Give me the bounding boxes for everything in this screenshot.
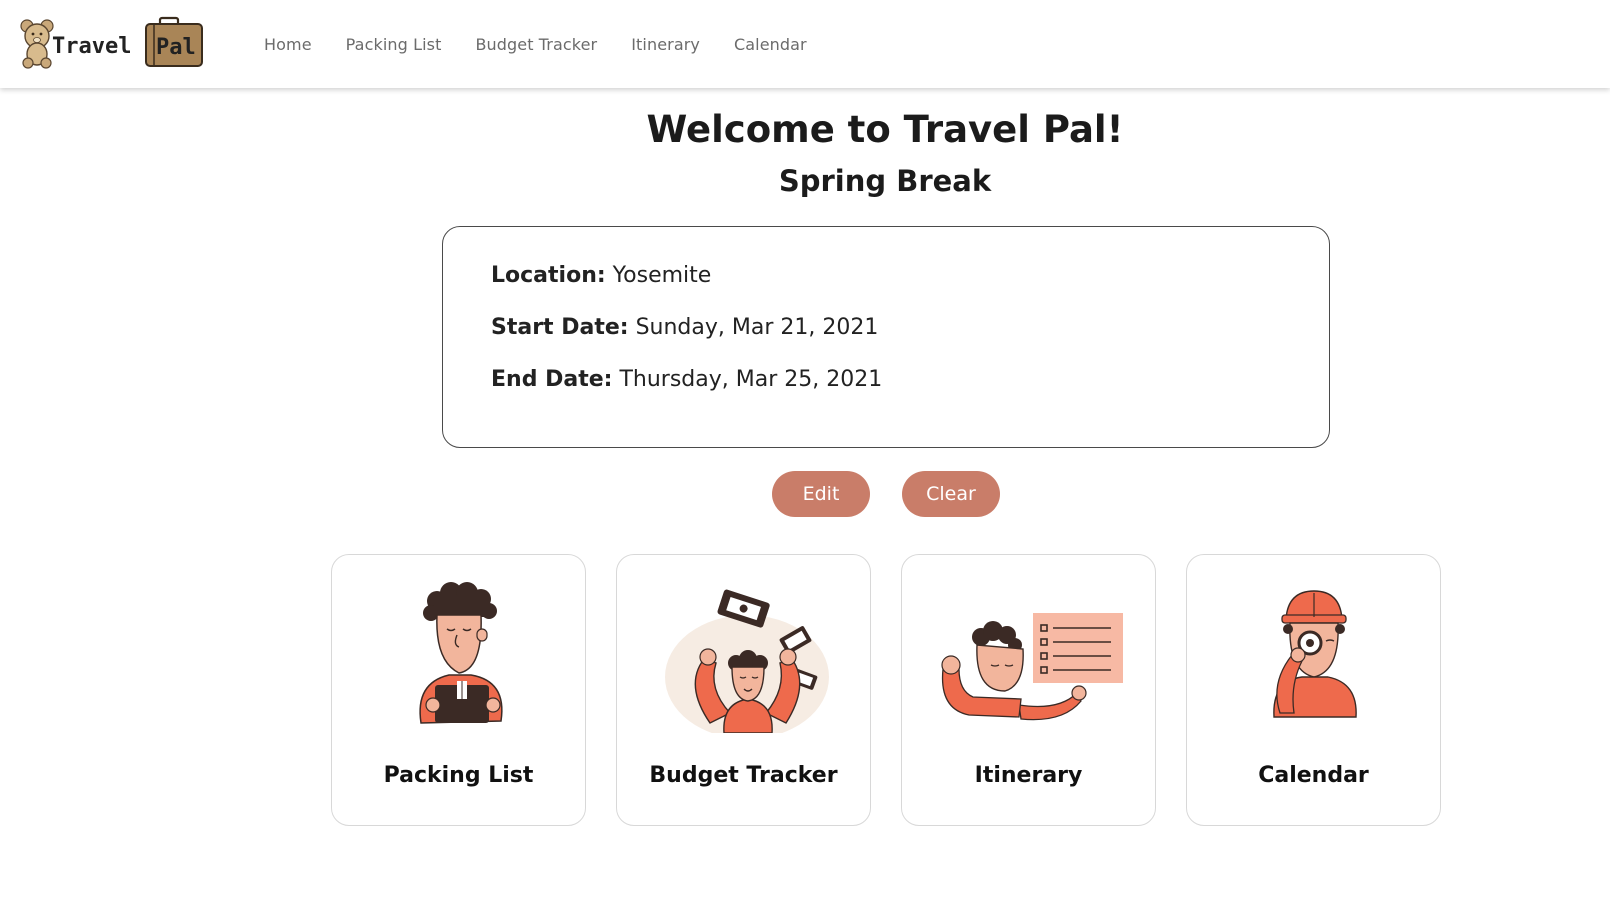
svg-text:Travel: Travel [52,34,131,59]
start-date-label: Start Date: [491,315,629,340]
travel-pal-logo[interactable]: Travel Pal [18,16,208,72]
end-date-label: End Date: [491,367,613,392]
nav-calendar[interactable]: Calendar [734,35,807,54]
feature-card-packing-list[interactable]: Packing List [331,554,586,826]
start-date-row: Start Date: Sunday, Mar 21, 2021 [491,315,878,340]
feature-card-budget-tracker[interactable]: Budget Tracker [616,554,871,826]
feature-card-itinerary[interactable]: Itinerary [901,554,1156,826]
feature-label: Budget Tracker [649,763,838,788]
location-label: Location: [491,263,606,288]
trip-name: Spring Break [778,164,992,198]
person-with-checklist-icon [941,613,1123,721]
svg-text:Pal: Pal [156,35,196,60]
end-date-value: Thursday, Mar 25, 2021 [619,367,883,392]
feature-label: Calendar [1258,763,1369,788]
page-title: Welcome to Travel Pal! [646,108,1124,151]
nav-packing-list[interactable]: Packing List [346,35,442,54]
feature-label: Packing List [383,763,534,788]
location-row: Location: Yosemite [491,263,711,288]
person-holding-suitcase-icon [419,582,503,724]
trip-info-card: Location: Yosemite Start Date: Sunday, M… [442,226,1330,448]
location-value: Yosemite [612,263,712,288]
teddy-bear-icon [20,19,54,69]
edit-button[interactable]: Edit [772,471,870,517]
feature-card-calendar[interactable]: Calendar [1186,554,1441,826]
person-with-money-icon [665,589,829,733]
feature-label: Itinerary [974,763,1083,788]
nav-itinerary[interactable]: Itinerary [631,35,700,54]
nav-budget-tracker[interactable]: Budget Tracker [475,35,597,54]
clear-button[interactable]: Clear [902,471,1000,517]
end-date-row: End Date: Thursday, Mar 25, 2021 [491,367,882,392]
start-date-value: Sunday, Mar 21, 2021 [635,315,879,340]
top-navbar: Travel Pal Home Packing List Budget Trac… [0,0,1610,88]
nav-links: Home Packing List Budget Tracker Itinera… [264,0,841,88]
person-with-magnifier-icon [1273,590,1357,718]
nav-home[interactable]: Home [264,35,312,54]
